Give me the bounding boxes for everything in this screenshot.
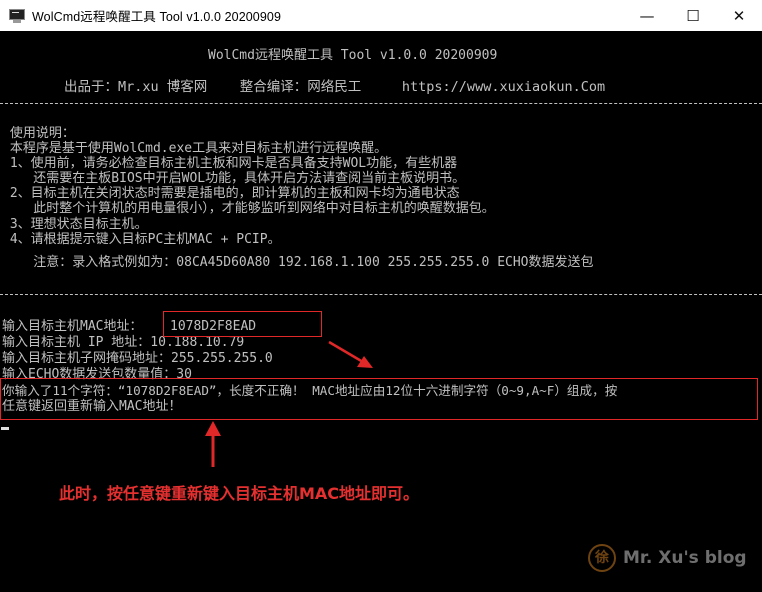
blog-watermark: 徐 Mr. Xu's blog — [588, 544, 747, 572]
error-highlight-box — [0, 378, 758, 420]
mac-highlight-box — [163, 311, 322, 337]
divider-top — [0, 103, 762, 104]
instruction-line: 还需要在主板BIOS中开启WOL功能，具体开启方法请查阅当前主板说明书。 — [2, 171, 466, 186]
maximize-icon: ☐ — [686, 6, 700, 25]
watermark-text: Mr. Xu's blog — [623, 547, 747, 568]
instruction-line: 3、理想状态目标主机。 — [2, 217, 148, 232]
console-app-icon — [9, 8, 25, 23]
mask-prompt-line: 输入目标主机子网掩码地址：255.255.255.0 — [2, 351, 273, 366]
instruction-line: 1、使用前，请务必检查目标主机主板和网卡是否具备支持WOL功能，有些机器 — [2, 156, 458, 171]
instruction-line: 本程序是基于使用WolCmd.exe工具来对目标主机进行远程唤醒。 — [2, 141, 388, 156]
text-cursor — [1, 427, 9, 430]
close-button[interactable]: ✕ — [716, 0, 762, 31]
minimize-button[interactable]: — — [624, 0, 670, 31]
window-title: WolCmd远程唤醒工具 Tool v1.0.0 20200909 — [32, 10, 282, 24]
maximize-button[interactable]: ☐ — [670, 0, 716, 31]
ip-prompt-line: 输入目标主机 IP 地址：10.188.10.79 — [2, 335, 245, 350]
instruction-line: 4、请根据提示键入目标PC主机MAC + PCIP。 — [2, 232, 281, 247]
title-bar[interactable]: WolCmd远程唤醒工具 Tool v1.0.0 20200909 — ☐ ✕ — [0, 0, 762, 32]
blog-logo-icon: 徐 — [588, 544, 616, 572]
mac-prompt-label: 输入目标主机MAC地址： — [2, 319, 143, 334]
instruction-line: 使用说明： — [2, 126, 75, 141]
console-window[interactable]: WolCmd远程唤醒工具 Tool v1.0.0 20200909 出品于：Mr… — [0, 31, 762, 592]
instruction-line: 2、目标主机在关闭状态时需要是插电的，即计算机的主板和网卡均为通电状态 — [2, 186, 460, 201]
divider-bottom — [0, 294, 762, 295]
minimize-icon: — — [639, 6, 655, 25]
diagonal-arrow-icon — [328, 340, 373, 368]
annotation-note: 此时，按任意键重新键入目标主机MAC地址即可。 — [59, 484, 420, 503]
up-arrow-icon — [205, 421, 221, 467]
console-header-title: WolCmd远程唤醒工具 Tool v1.0.0 20200909 — [208, 48, 498, 63]
close-icon: ✕ — [732, 6, 746, 25]
console-credits: 出品于：Mr.xu 博客网 整合编译：网络民工 https://www.xuxi… — [64, 79, 606, 95]
instruction-line: 注意：录入格式例如为：08CA45D60A80 192.168.1.100 25… — [2, 255, 594, 270]
instruction-line: 此时整个计算机的用电量很小），才能够监听到网络中对目标主机的唤醒数据包。 — [2, 201, 495, 216]
